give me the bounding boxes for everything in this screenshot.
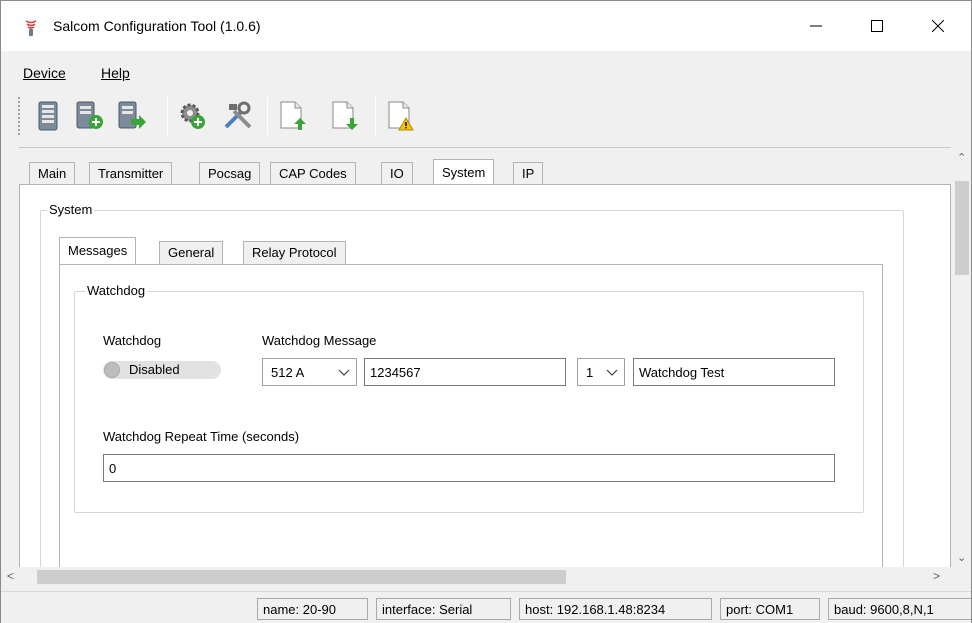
scroll-left-icon[interactable]: < [7, 569, 14, 583]
subtab-messages-label: Messages [68, 243, 128, 258]
menu-help-label: Help [101, 65, 130, 81]
watchdog-message-label: Watchdog Message [262, 333, 377, 348]
scroll-right-icon[interactable]: > [933, 569, 940, 583]
app-window: Salcom Configuration Tool (1.0.6) Device… [0, 0, 972, 623]
tab-main-label: Main [38, 166, 67, 181]
tab-ip[interactable]: IP [513, 162, 544, 184]
watchdog-label: Watchdog [103, 333, 162, 348]
horizontal-scroll-thumb[interactable] [37, 570, 566, 584]
tools-icon [224, 101, 252, 129]
watchdog-message-input[interactable]: Watchdog Test [633, 358, 835, 386]
status-bar: name: 20-90 interface: Serial host: 192.… [1, 591, 971, 623]
status-host: host: 192.168.1.48:8234 [519, 598, 712, 620]
messages-panel: Watchdog Watchdog Disabled Watchdog Mess… [59, 264, 883, 567]
minimize-icon [810, 25, 822, 27]
menu-help[interactable]: Help [101, 65, 130, 81]
horizontal-scrollbar[interactable]: < > [1, 567, 953, 587]
maximize-button[interactable] [854, 1, 900, 51]
scroll-up-icon[interactable]: ⌃ [957, 151, 966, 164]
toolbar-separator [267, 97, 268, 135]
watchdog-function-select[interactable]: 1 [577, 358, 625, 386]
system-group-label: System [47, 202, 95, 217]
tab-main[interactable]: Main [29, 162, 76, 184]
tools-button[interactable] [221, 97, 255, 135]
watchdog-toggle-text: Disabled [129, 362, 180, 377]
settings-add-button[interactable] [175, 97, 209, 135]
subtab-general[interactable]: General [159, 241, 224, 264]
system-groupbox: System Messages General Relay Protocol W… [40, 202, 904, 567]
close-button[interactable] [915, 1, 961, 51]
settings-add-icon [180, 103, 205, 129]
file-warning-icon [388, 101, 414, 131]
tab-io-label: IO [390, 166, 404, 181]
watchdog-repeat-input[interactable]: 0 [103, 454, 835, 482]
warning-file-button[interactable] [383, 97, 417, 135]
read-device-button[interactable] [31, 97, 65, 135]
watchdog-function-value: 1 [586, 365, 594, 380]
device-export-icon [118, 101, 146, 129]
file-upload-icon [280, 101, 306, 130]
app-logo-icon [25, 20, 37, 36]
toolbar-grip[interactable] [17, 96, 21, 136]
status-baud: baud: 9600,8,N,1 [828, 598, 971, 620]
device-read-icon [38, 101, 58, 131]
vertical-scroll-thumb[interactable] [955, 181, 969, 275]
close-icon [932, 20, 944, 32]
subtab-relay-protocol[interactable]: Relay Protocol [243, 241, 346, 264]
device-add-icon [76, 101, 103, 129]
tab-cap-codes-label: CAP Codes [279, 166, 347, 181]
watchdog-group-label: Watchdog [85, 283, 148, 298]
subtab-messages[interactable]: Messages [59, 237, 137, 264]
watchdog-repeat-label: Watchdog Repeat Time (seconds) [103, 429, 300, 444]
tab-transmitter-label: Transmitter [98, 166, 164, 181]
watchdog-cap-code-input[interactable]: 1234567 [364, 358, 566, 386]
watchdog-groupbox: Watchdog Watchdog Disabled Watchdog Mess… [74, 283, 864, 513]
tab-system[interactable]: System [433, 159, 495, 184]
toolbar-separator [375, 97, 376, 135]
watchdog-baud-value: 512 A [271, 365, 305, 380]
maximize-icon [871, 20, 883, 32]
toggle-knob [104, 362, 120, 378]
status-port: port: COM1 [720, 598, 820, 620]
upload-file-button[interactable] [275, 97, 309, 135]
minimize-button[interactable] [793, 1, 839, 51]
system-tab-panel: System Messages General Relay Protocol W… [19, 184, 951, 567]
watchdog-toggle[interactable]: Disabled [103, 361, 221, 379]
export-device-button[interactable] [115, 97, 149, 135]
toolbar-separator [167, 97, 168, 135]
download-file-button[interactable] [327, 97, 361, 135]
watchdog-baud-select[interactable]: 512 A [262, 358, 357, 386]
tab-system-label: System [442, 165, 486, 180]
tab-transmitter[interactable]: Transmitter [89, 162, 173, 184]
tab-ip-label: IP [522, 166, 535, 181]
add-device-button[interactable] [73, 97, 107, 135]
tab-cap-codes[interactable]: CAP Codes [270, 162, 356, 184]
menu-device[interactable]: Device [23, 65, 66, 81]
subtab-general-label: General [168, 245, 215, 260]
menu-device-label: Device [23, 65, 66, 81]
file-download-icon [332, 101, 358, 130]
status-name: name: 20-90 [257, 598, 368, 620]
window-title: Salcom Configuration Tool (1.0.6) [53, 18, 261, 34]
config-area: Main Transmitter Pocsag CAP Codes IO Sys… [19, 147, 951, 567]
tab-pocsag[interactable]: Pocsag [199, 162, 261, 184]
subtab-relay-protocol-label: Relay Protocol [252, 245, 337, 260]
chevron-down-icon [338, 369, 350, 376]
vertical-scrollbar[interactable]: ⌃ ⌄ [953, 147, 971, 587]
status-interface: interface: Serial [376, 598, 511, 620]
chevron-down-icon [606, 369, 618, 376]
menu-bar: Device Help [1, 61, 971, 85]
toolbar [1, 87, 971, 145]
scroll-down-icon[interactable]: ⌄ [957, 551, 966, 564]
tab-pocsag-label: Pocsag [208, 166, 252, 181]
title-bar: Salcom Configuration Tool (1.0.6) [1, 1, 971, 51]
tab-io[interactable]: IO [381, 162, 413, 184]
